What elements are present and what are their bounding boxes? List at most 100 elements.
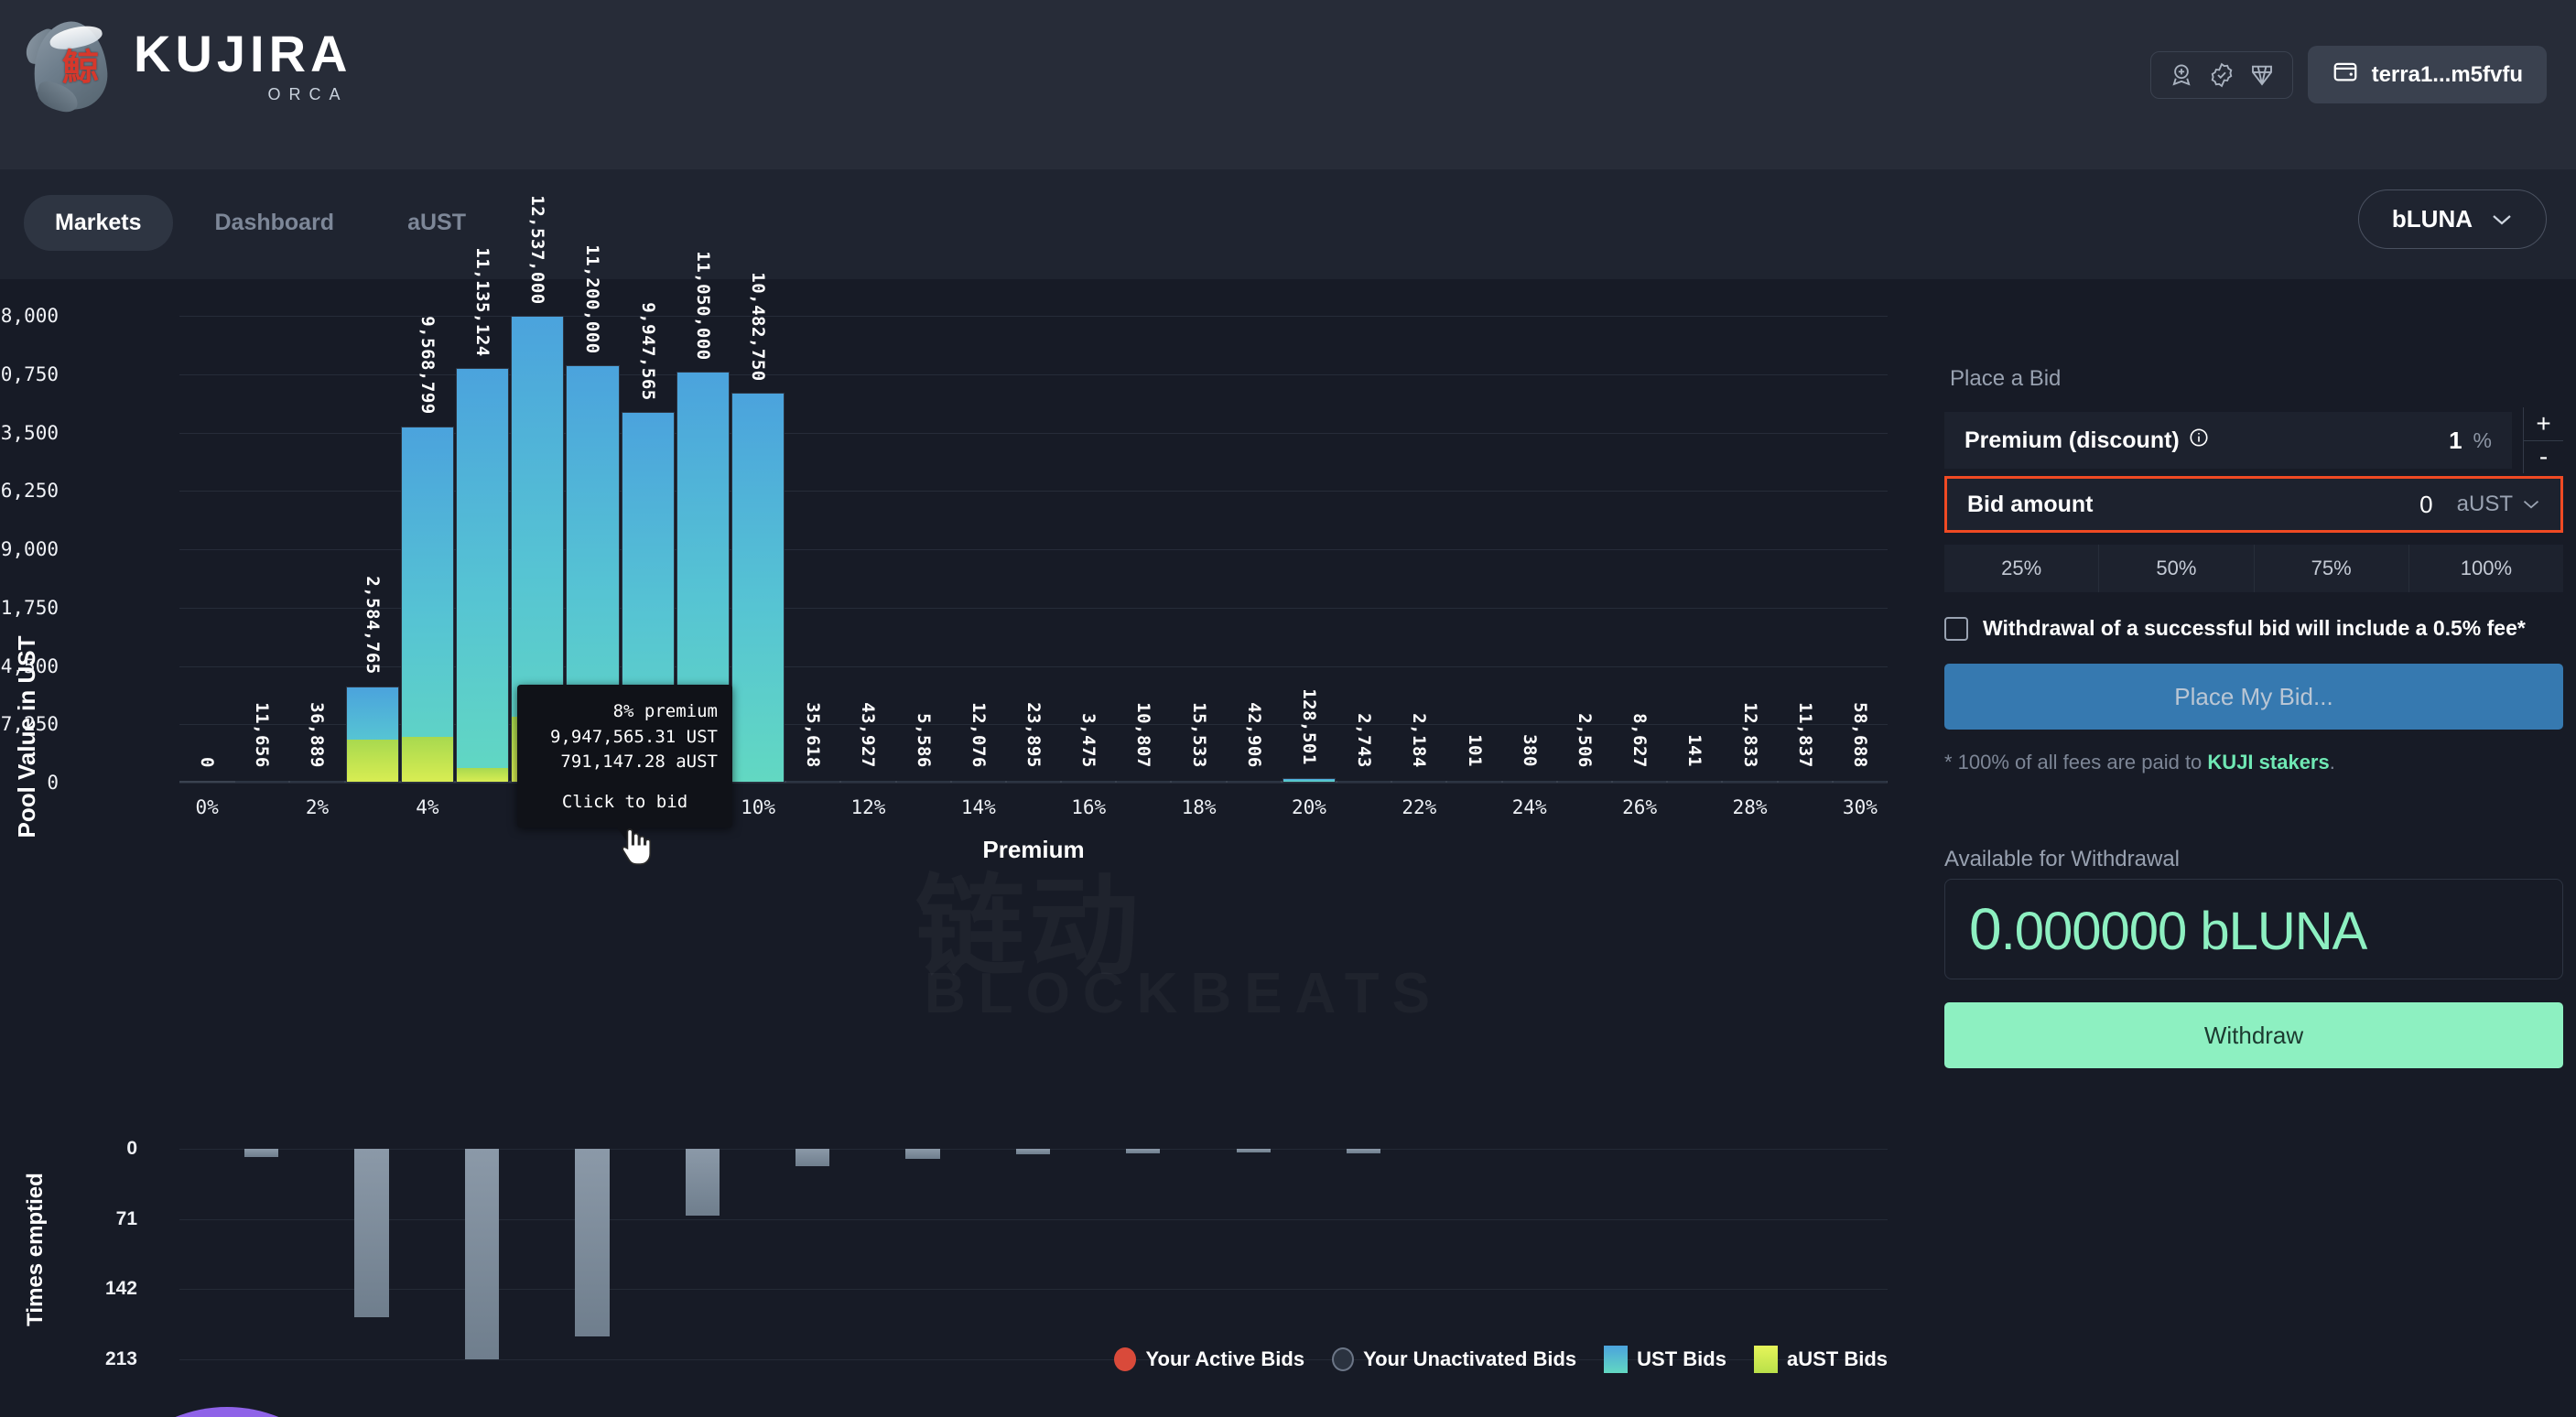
premium-decrement-button[interactable]: - xyxy=(2524,439,2563,474)
emptied-bar[interactable] xyxy=(795,1149,830,1167)
bid-percent-button[interactable]: 25% xyxy=(1944,545,2100,592)
place-my-bid-button[interactable]: Place My Bid... xyxy=(1944,664,2563,730)
kuji-stakers-link[interactable]: KUJI stakers xyxy=(2207,751,2329,773)
chart-bar-body[interactable] xyxy=(1723,781,1777,783)
emptied-bar[interactable] xyxy=(685,1149,720,1217)
bid-amount-row[interactable]: Bid amount 0 aUST xyxy=(1944,476,2563,533)
chart-bar[interactable]: 35,618 xyxy=(786,316,840,783)
chart-bar-body[interactable] xyxy=(1447,781,1501,783)
verified-badge-icon[interactable] xyxy=(2208,61,2235,89)
kujira-logo[interactable]: 鯨 KUJIRA ORCA xyxy=(19,16,352,115)
coin-medal-icon[interactable] xyxy=(2168,61,2195,89)
chart-bar-body[interactable] xyxy=(841,781,895,783)
diamond-icon[interactable] xyxy=(2248,61,2276,89)
tab-dashboard[interactable]: Dashboard xyxy=(184,195,366,251)
chart-bar[interactable]: 10,807 xyxy=(1117,316,1171,783)
bid-denom-label: aUST xyxy=(2456,492,2513,516)
chart-bar[interactable]: 2,584,765 xyxy=(345,316,399,783)
chart-bar-body[interactable] xyxy=(896,781,950,783)
chart-bar-body[interactable] xyxy=(1227,781,1281,783)
chart-bar[interactable]: 2,184 xyxy=(1392,316,1446,783)
chart-bar-body[interactable] xyxy=(1833,780,1887,783)
chart-bar[interactable]: 380 xyxy=(1502,316,1556,783)
chart-bar[interactable]: 101 xyxy=(1447,316,1501,783)
chart-bar-body[interactable] xyxy=(290,781,344,783)
bid-percent-buttons: 25% 50% 75% 100% xyxy=(1944,545,2563,592)
withdraw-button[interactable]: Withdraw xyxy=(1944,1002,2563,1068)
chart-bar-value-label: 10,482,750 xyxy=(748,271,769,382)
emptied-bar[interactable] xyxy=(1236,1149,1271,1153)
premium-increment-button[interactable]: + xyxy=(2524,407,2563,440)
chart-bar[interactable]: 5,586 xyxy=(896,316,950,783)
bid-percent-button[interactable]: 100% xyxy=(2408,545,2563,592)
chart-bar-body[interactable] xyxy=(1778,781,1832,783)
chart-bar[interactable]: 43,927 xyxy=(841,316,895,783)
chart-bar-body[interactable] xyxy=(1062,781,1116,783)
wallet-address-button[interactable]: terra1...m5fvfu xyxy=(2307,46,2547,103)
chart-bar-body[interactable] xyxy=(1502,781,1556,783)
chart-bar[interactable]: 8,627 xyxy=(1613,316,1667,783)
asset-selector-label: bLUNA xyxy=(2391,205,2473,233)
bid-amount-input[interactable]: 0 xyxy=(2419,491,2432,519)
chart-bar[interactable]: 11,135,124 xyxy=(455,247,510,783)
chart-bar-value-label: 8,627 xyxy=(1629,712,1651,768)
chart-bar[interactable]: 12,076 xyxy=(951,316,1005,783)
premium-value[interactable]: 1 xyxy=(2449,427,2462,455)
chart-bar-body[interactable] xyxy=(1557,781,1612,783)
chart-bar[interactable]: 11,656 xyxy=(235,316,289,783)
asset-selector-dropdown[interactable]: bLUNA xyxy=(2357,189,2547,249)
chart-bar-body[interactable] xyxy=(1613,781,1667,783)
chart-bar-body[interactable] xyxy=(345,686,399,783)
wallet-icon xyxy=(2332,58,2359,92)
premium-stepper: + - xyxy=(2523,407,2563,473)
chart-bar[interactable]: 11,837 xyxy=(1778,316,1832,783)
chart-bar[interactable]: 9,568,799 xyxy=(400,316,454,783)
chart-bar-body[interactable] xyxy=(400,426,454,783)
chart-bar[interactable]: 23,895 xyxy=(1006,316,1061,783)
chart-bar-body[interactable] xyxy=(731,392,785,783)
chart-bar[interactable]: 10,482,750 xyxy=(731,272,785,783)
chart-bar-body[interactable] xyxy=(235,781,289,783)
emptied-bar[interactable] xyxy=(244,1149,279,1157)
emptied-bar[interactable] xyxy=(1015,1149,1051,1155)
chart-bar-body[interactable] xyxy=(1172,781,1226,783)
chart-bar[interactable]: 141 xyxy=(1668,316,1722,783)
chart-bar[interactable]: 2,506 xyxy=(1557,316,1612,783)
brand-text: KUJIRA ORCA xyxy=(134,27,352,104)
chart-bar[interactable]: 58,688 xyxy=(1833,316,1887,783)
chart-bar-body[interactable] xyxy=(1282,777,1337,783)
bid-percent-button[interactable]: 75% xyxy=(2254,545,2409,592)
chart-y-tick: 10,970,750 xyxy=(0,362,59,385)
chart-bar-body[interactable] xyxy=(951,781,1005,783)
bid-percent-button[interactable]: 50% xyxy=(2099,545,2255,592)
emptied-bar[interactable] xyxy=(1126,1149,1161,1154)
chart-bar-body[interactable] xyxy=(1668,781,1722,783)
emptied-bar[interactable] xyxy=(1346,1149,1381,1154)
fee-acknowledgement-row[interactable]: Withdrawal of a successful bid will incl… xyxy=(1944,616,2526,641)
chart-bar-body[interactable] xyxy=(1117,781,1171,783)
info-icon[interactable] xyxy=(2189,427,2209,454)
chart-bar[interactable]: 2,743 xyxy=(1337,316,1391,783)
tab-markets[interactable]: Markets xyxy=(24,195,173,251)
chart-bar[interactable]: 3,475 xyxy=(1062,316,1116,783)
chart-bar-body[interactable] xyxy=(1392,781,1446,783)
chart-bar[interactable]: 42,906 xyxy=(1227,316,1281,783)
chart-bar[interactable]: 0 xyxy=(180,316,233,783)
tab-aust[interactable]: aUST xyxy=(376,195,497,251)
chart-bar[interactable]: 36,889 xyxy=(290,316,344,783)
chart-bar-body[interactable] xyxy=(455,368,510,783)
premium-input-row[interactable]: Premium (discount) 1 % xyxy=(1944,412,2512,469)
chart-bar-body[interactable] xyxy=(786,781,840,783)
chart-bar[interactable]: 128,501 xyxy=(1282,316,1337,783)
bid-denom-dropdown[interactable]: aUST xyxy=(2457,492,2540,517)
emptied-bar[interactable] xyxy=(354,1149,389,1317)
fee-checkbox[interactable] xyxy=(1944,616,1968,641)
emptied-bar[interactable] xyxy=(905,1149,940,1159)
chart-y-tick: 9,403,500 xyxy=(0,421,59,444)
chart-bar[interactable]: 15,533 xyxy=(1172,316,1226,783)
chart-bar-body[interactable] xyxy=(1337,781,1391,783)
emptied-bar[interactable] xyxy=(464,1149,500,1359)
chart-bar[interactable]: 12,833 xyxy=(1723,316,1777,783)
emptied-bar[interactable] xyxy=(575,1149,610,1337)
chart-bar-body[interactable] xyxy=(1006,781,1061,783)
